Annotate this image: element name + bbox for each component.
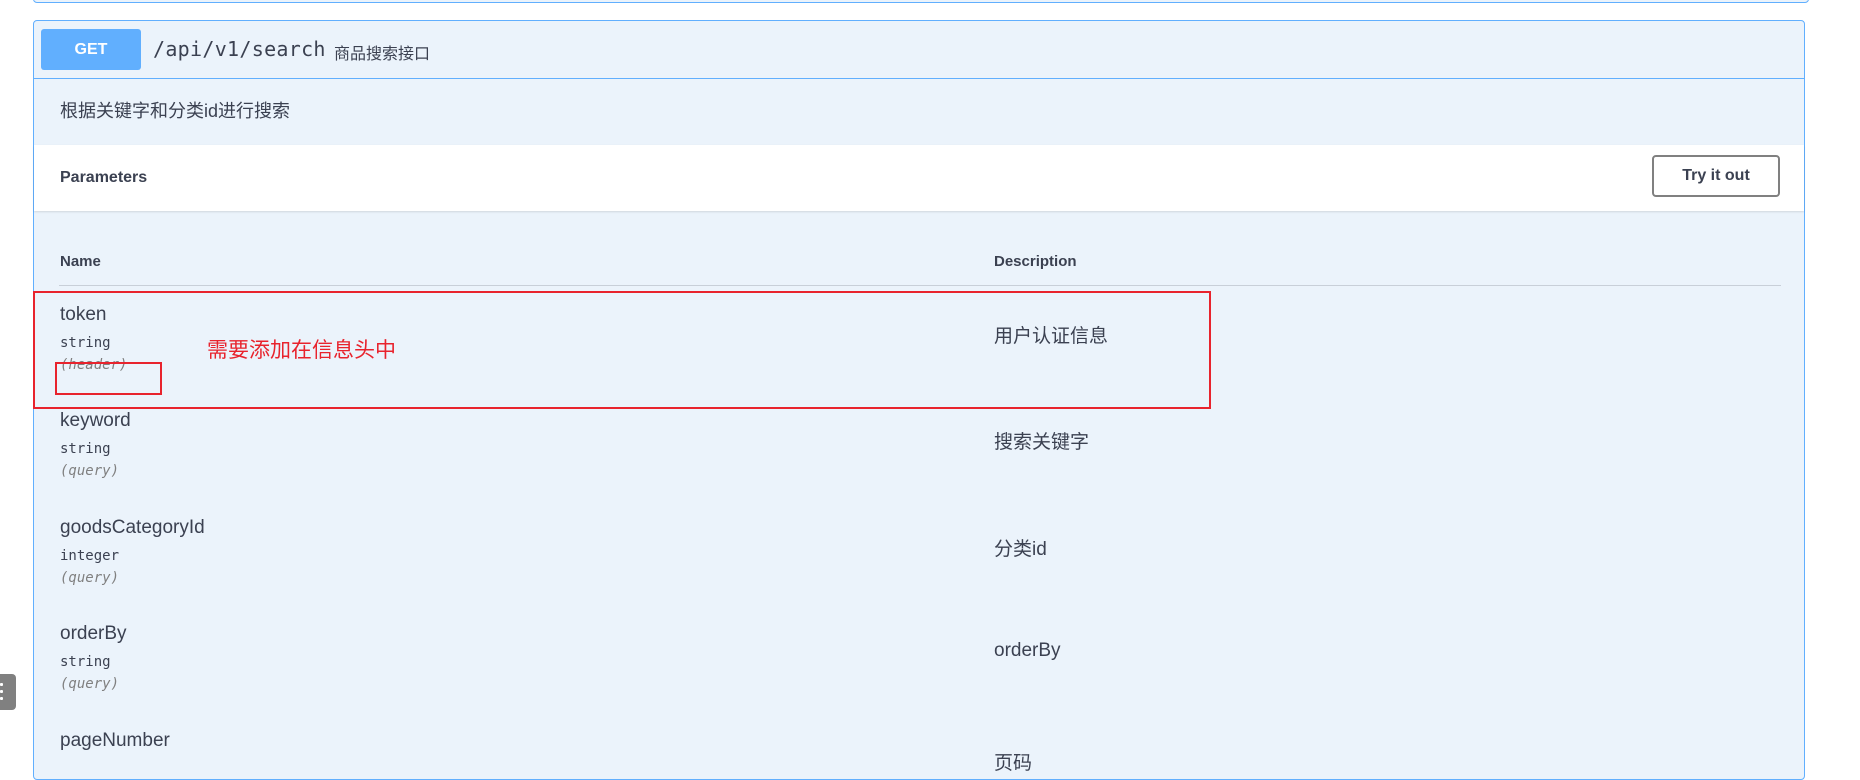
parameters-title: Parameters xyxy=(60,169,148,186)
previous-operation-block xyxy=(33,0,1809,3)
endpoint-summary: 商品搜索接口 xyxy=(334,46,431,63)
param-type: integer xyxy=(60,548,120,564)
header-divider xyxy=(59,285,1781,286)
param-orderby: orderBy string (query) xyxy=(60,623,127,692)
param-name: keyword xyxy=(60,410,131,431)
column-header-description: Description xyxy=(994,253,1077,270)
param-name: goodsCategoryId xyxy=(60,517,205,538)
param-description-orderby: orderBy xyxy=(994,640,1061,661)
param-keyword: keyword string (query) xyxy=(60,410,131,479)
annotation-note: 需要添加在信息头中 xyxy=(207,339,396,362)
endpoint-description: 根据关键字和分类id进行搜索 xyxy=(60,101,291,121)
param-description-goodscategoryid: 分类id xyxy=(994,539,1047,560)
operation-block-get-search: GET /api/v1/search 商品搜索接口 根据关键字和分类id进行搜索… xyxy=(33,20,1805,780)
column-header-name: Name xyxy=(60,253,101,270)
param-type: string xyxy=(60,441,111,457)
try-it-out-button[interactable]: Try it out xyxy=(1652,155,1780,197)
param-type: string xyxy=(60,654,111,670)
side-menu-handle-icon[interactable] xyxy=(0,674,16,710)
param-name: pageNumber xyxy=(60,730,170,751)
endpoint-path: /api/v1/search xyxy=(153,37,326,61)
param-location: (query) xyxy=(60,570,120,586)
method-badge: GET xyxy=(41,29,141,70)
operation-summary[interactable]: GET /api/v1/search 商品搜索接口 xyxy=(34,21,1804,79)
annotation-header-box xyxy=(55,362,162,395)
param-description-pagenumber: 页码 xyxy=(994,753,1033,774)
param-location: (query) xyxy=(60,463,120,479)
param-description-keyword: 搜索关键字 xyxy=(994,432,1090,453)
param-location: (query) xyxy=(60,676,120,692)
parameters-header: Parameters Try it out xyxy=(34,145,1804,211)
param-pagenumber: pageNumber xyxy=(60,730,170,752)
param-goodscategoryid: goodsCategoryId integer (query) xyxy=(60,517,205,586)
param-name: orderBy xyxy=(60,623,127,644)
